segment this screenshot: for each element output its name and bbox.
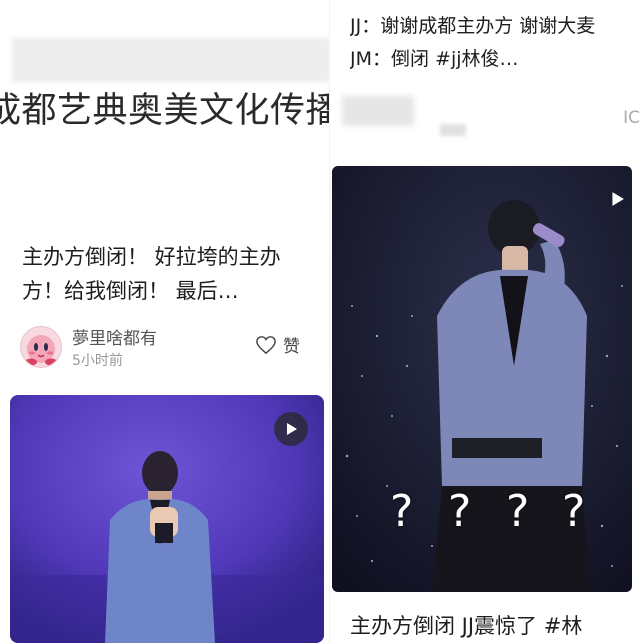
left-post-card[interactable]: 成都艺典奥美文化传播 主办方倒闭！ 好拉垮的主办方！给我倒闭！ 最后… 夢里啥都…: [0, 0, 330, 643]
edge-fragment: IC: [623, 108, 640, 128]
play-icon: [612, 192, 624, 206]
question-mark: ?: [506, 486, 530, 537]
avatar[interactable]: [20, 326, 62, 368]
play-icon: [287, 423, 297, 435]
heart-icon: [256, 335, 276, 354]
question-mark: ?: [390, 486, 414, 537]
blurred-header: [12, 38, 330, 82]
post-caption[interactable]: JJ：谢谢成都主办方 谢谢大麦 JM：倒闭 #jj林俊…: [350, 10, 635, 76]
play-button[interactable]: [274, 412, 308, 446]
post-title[interactable]: 主办方倒闭！ 好拉垮的主办方！给我倒闭！ 最后…: [22, 240, 312, 308]
blurred-name: [440, 124, 466, 136]
kirby-avatar-icon: [25, 335, 57, 366]
post-caption-bottom[interactable]: 主办方倒闭 JJ震惊了 #林: [350, 610, 640, 643]
like-label: 赞: [283, 337, 300, 357]
video-thumbnail-left[interactable]: [10, 395, 324, 643]
author-row: 夢里啥都有 5小时前 赞: [20, 322, 320, 372]
org-name: 成都艺典奥美文化传播: [0, 91, 330, 131]
like-button[interactable]: 赞: [255, 332, 300, 357]
question-mark: ?: [562, 486, 586, 537]
question-mark: ?: [448, 486, 472, 537]
play-button[interactable]: [600, 182, 632, 216]
question-mark-overlay: ? ? ? ?: [330, 486, 640, 546]
caption-text: JJ：谢谢成都主办方 谢谢大麦 JM：倒闭 #jj林俊…: [350, 15, 596, 70]
right-post-card[interactable]: JJ：谢谢成都主办方 谢谢大麦 JM：倒闭 #jj林俊… IC ? ? ? ? …: [330, 0, 640, 643]
author-name[interactable]: 夢里啥都有: [72, 324, 157, 349]
post-time: 5小时前: [72, 353, 123, 369]
blurred-avatar: [342, 96, 414, 126]
